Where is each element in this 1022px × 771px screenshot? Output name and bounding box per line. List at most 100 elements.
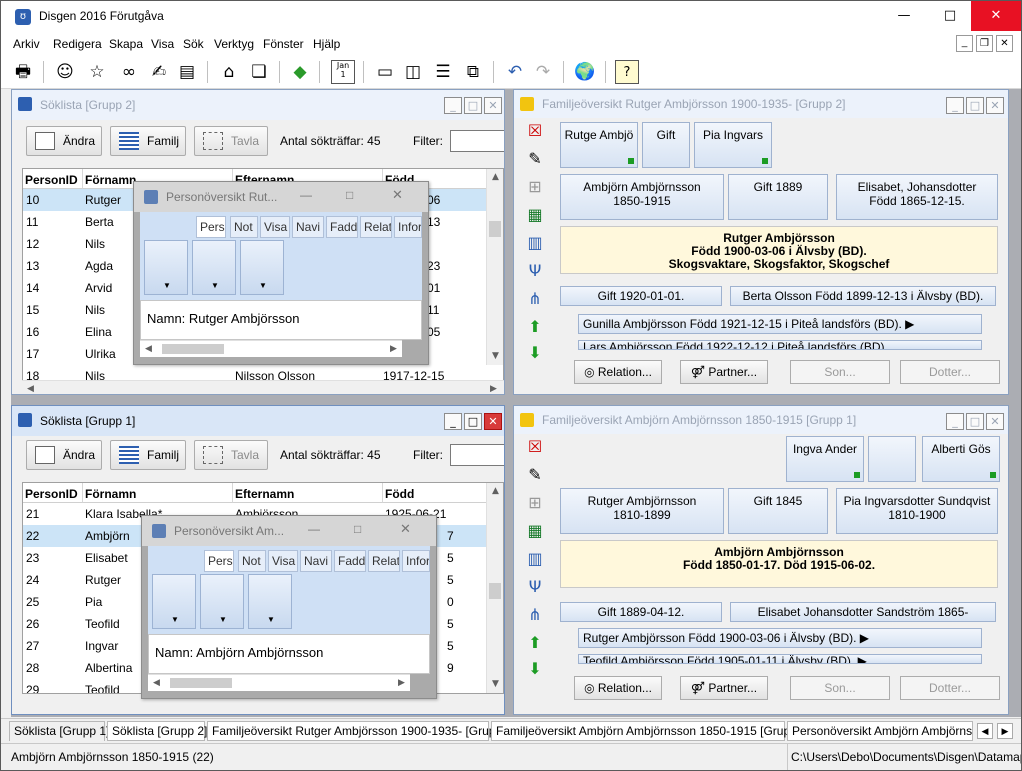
filter-input[interactable]: [450, 444, 504, 466]
spouse-box[interactable]: Elisabet Johansdotter Sandström 1865-: [730, 602, 996, 622]
scroll-left-icon[interactable]: ◀: [148, 675, 165, 692]
grandparent-box[interactable]: Ingva Ander: [786, 436, 864, 482]
board-button[interactable]: Tavla: [194, 440, 268, 470]
delete-icon[interactable]: ☒: [524, 436, 546, 458]
tab-fadd[interactable]: Fadd: [326, 216, 358, 238]
father-box[interactable]: Rutger Ambjörnsson 1810-1899: [560, 488, 724, 534]
tab-fadd[interactable]: Fadd: [334, 550, 366, 572]
son-button[interactable]: Son...: [790, 676, 890, 700]
filter-input[interactable]: [450, 130, 504, 152]
float-minimize-button[interactable]: —: [308, 522, 320, 536]
list-icon[interactable]: ▥: [524, 232, 546, 254]
tab-relat[interactable]: Relat: [360, 216, 392, 238]
grandparent-box[interactable]: Rutge Ambjö: [560, 122, 638, 168]
person-icon[interactable]: ☺: [53, 60, 77, 84]
child-minimize-button[interactable]: _: [946, 413, 964, 430]
child-close-button[interactable]: ✕: [986, 97, 1004, 114]
layout-horizontal-icon[interactable]: ☰: [431, 60, 455, 84]
child-box[interactable]: Rutger Ambjörsson Född 1900-03-06 i Älvs…: [578, 628, 982, 648]
float-close-button[interactable]: ✕: [392, 187, 403, 203]
edit-icon[interactable]: ✎: [524, 464, 546, 486]
tab-scroll-right-icon[interactable]: ▶: [997, 723, 1013, 739]
child-maximize-button[interactable]: □: [464, 97, 482, 114]
child-box[interactable]: Teofild Ambjörsson Född 1905-01-11 i Älv…: [578, 654, 982, 664]
child-close-button[interactable]: ✕: [484, 97, 502, 114]
dropdown-button[interactable]: ▼: [144, 240, 188, 295]
family-green-icon[interactable]: ▦: [524, 204, 546, 226]
window-tab[interactable]: Familjeöversikt Ambjörn Ambjörnsson 1850…: [491, 721, 810, 741]
edit-icon[interactable]: ✎: [524, 148, 546, 170]
scroll-down-icon[interactable]: ▼: [487, 676, 503, 693]
hand-notes-icon[interactable]: ✍: [147, 60, 171, 84]
family-button[interactable]: Familj: [110, 440, 186, 470]
grandparent-marriage-box[interactable]: [868, 436, 916, 482]
mdi-restore-button[interactable]: ❐: [976, 35, 993, 52]
calendar-icon[interactable]: Jan 1: [331, 60, 355, 84]
home-icon[interactable]: ⌂: [217, 60, 241, 84]
scroll-down-icon[interactable]: ▼: [487, 348, 503, 365]
vertical-scrollbar[interactable]: ▲ ▼: [486, 483, 503, 693]
daughter-button[interactable]: Dotter...: [900, 360, 1000, 384]
child-maximize-button[interactable]: □: [464, 413, 482, 430]
binoculars-icon[interactable]: ∞: [117, 60, 141, 84]
child-minimize-button[interactable]: _: [444, 413, 462, 430]
child-close-button[interactable]: ✕: [484, 413, 502, 430]
layout-cascade-icon[interactable]: ⧉: [461, 60, 485, 84]
files-icon[interactable]: ❏: [247, 60, 271, 84]
child-close-button[interactable]: ✕: [986, 413, 1004, 430]
dropdown-button[interactable]: ▼: [152, 574, 196, 629]
father-box[interactable]: Ambjörn Ambjörnsson 1850-1915: [560, 174, 724, 220]
grandparent-box[interactable]: Alberti Gös: [922, 436, 1000, 482]
mother-box[interactable]: Elisabet, Johansdotter Född 1865-12-15.: [836, 174, 998, 220]
tree-person-icon[interactable]: ☆: [85, 60, 109, 84]
map-icon[interactable]: ◆: [288, 60, 312, 84]
close-button[interactable]: ✕: [971, 1, 1021, 31]
child-minimize-button[interactable]: _: [946, 97, 964, 114]
menu-verktyg[interactable]: Verktyg: [214, 37, 254, 51]
ancestor-tree-icon[interactable]: Ψ: [524, 260, 546, 282]
tab-visa[interactable]: Visa: [268, 550, 298, 572]
redo-icon[interactable]: ↷: [531, 60, 555, 84]
dropdown-button[interactable]: ▼: [192, 240, 236, 295]
horizontal-scrollbar[interactable]: ◀ ▶: [22, 380, 504, 394]
scroll-left-icon[interactable]: ◀: [22, 381, 39, 394]
column-header[interactable]: Förnamn: [83, 483, 233, 503]
float-maximize-button[interactable]: □: [354, 522, 361, 536]
child-maximize-button[interactable]: □: [966, 97, 984, 114]
menu-arkiv[interactable]: Arkiv: [13, 37, 40, 51]
daughter-button[interactable]: Dotter...: [900, 676, 1000, 700]
edit-button[interactable]: Ändra: [26, 126, 102, 156]
child-box[interactable]: Gunilla Ambjörsson Född 1921-12-15 i Pit…: [578, 314, 982, 334]
main-person-box[interactable]: Rutger Ambjörsson Född 1900-03-06 i Älvs…: [560, 226, 998, 274]
tab-scroll-left-icon[interactable]: ◀: [977, 723, 993, 739]
ancestor-tree-icon[interactable]: Ψ: [524, 576, 546, 598]
scroll-up-icon[interactable]: ▲: [487, 483, 503, 500]
maximize-button[interactable]: □: [927, 1, 973, 31]
layout-vertical-icon[interactable]: ◫: [401, 60, 425, 84]
parents-marriage-box[interactable]: Gift 1889: [728, 174, 828, 220]
horizontal-scrollbar[interactable]: ◀ ▶: [148, 674, 410, 691]
menu-hjalp[interactable]: Hjälp: [313, 37, 340, 51]
grandparent-box[interactable]: Pia Ingvars: [694, 122, 772, 168]
tree-icon[interactable]: ⊞: [524, 176, 546, 198]
menu-visa[interactable]: Visa: [151, 37, 174, 51]
partner-button[interactable]: ⚤ Partner...: [680, 360, 768, 384]
tab-note[interactable]: Not: [238, 550, 266, 572]
float-close-button[interactable]: ✕: [400, 521, 411, 537]
float-maximize-button[interactable]: □: [346, 188, 353, 202]
dropdown-button[interactable]: ▼: [248, 574, 292, 629]
parents-marriage-box[interactable]: Gift 1845: [728, 488, 828, 534]
menu-redigera[interactable]: Redigera: [53, 37, 102, 51]
board-button[interactable]: Tavla: [194, 126, 268, 156]
scroll-right-icon[interactable]: ▶: [385, 341, 402, 358]
mdi-minimize-button[interactable]: _: [956, 35, 973, 52]
undo-icon[interactable]: ↶: [503, 60, 527, 84]
menu-skapa[interactable]: Skapa: [109, 37, 143, 51]
column-header[interactable]: PersonID: [23, 483, 83, 503]
tab-note[interactable]: Not: [230, 216, 258, 238]
help-icon[interactable]: ?: [615, 60, 639, 84]
list-icon[interactable]: ▥: [524, 548, 546, 570]
up-arrow-icon[interactable]: ⬆: [524, 316, 546, 338]
menu-fonster[interactable]: Fönster: [263, 37, 304, 51]
window-tab[interactable]: Söklista [Grupp 2]: [107, 721, 207, 741]
